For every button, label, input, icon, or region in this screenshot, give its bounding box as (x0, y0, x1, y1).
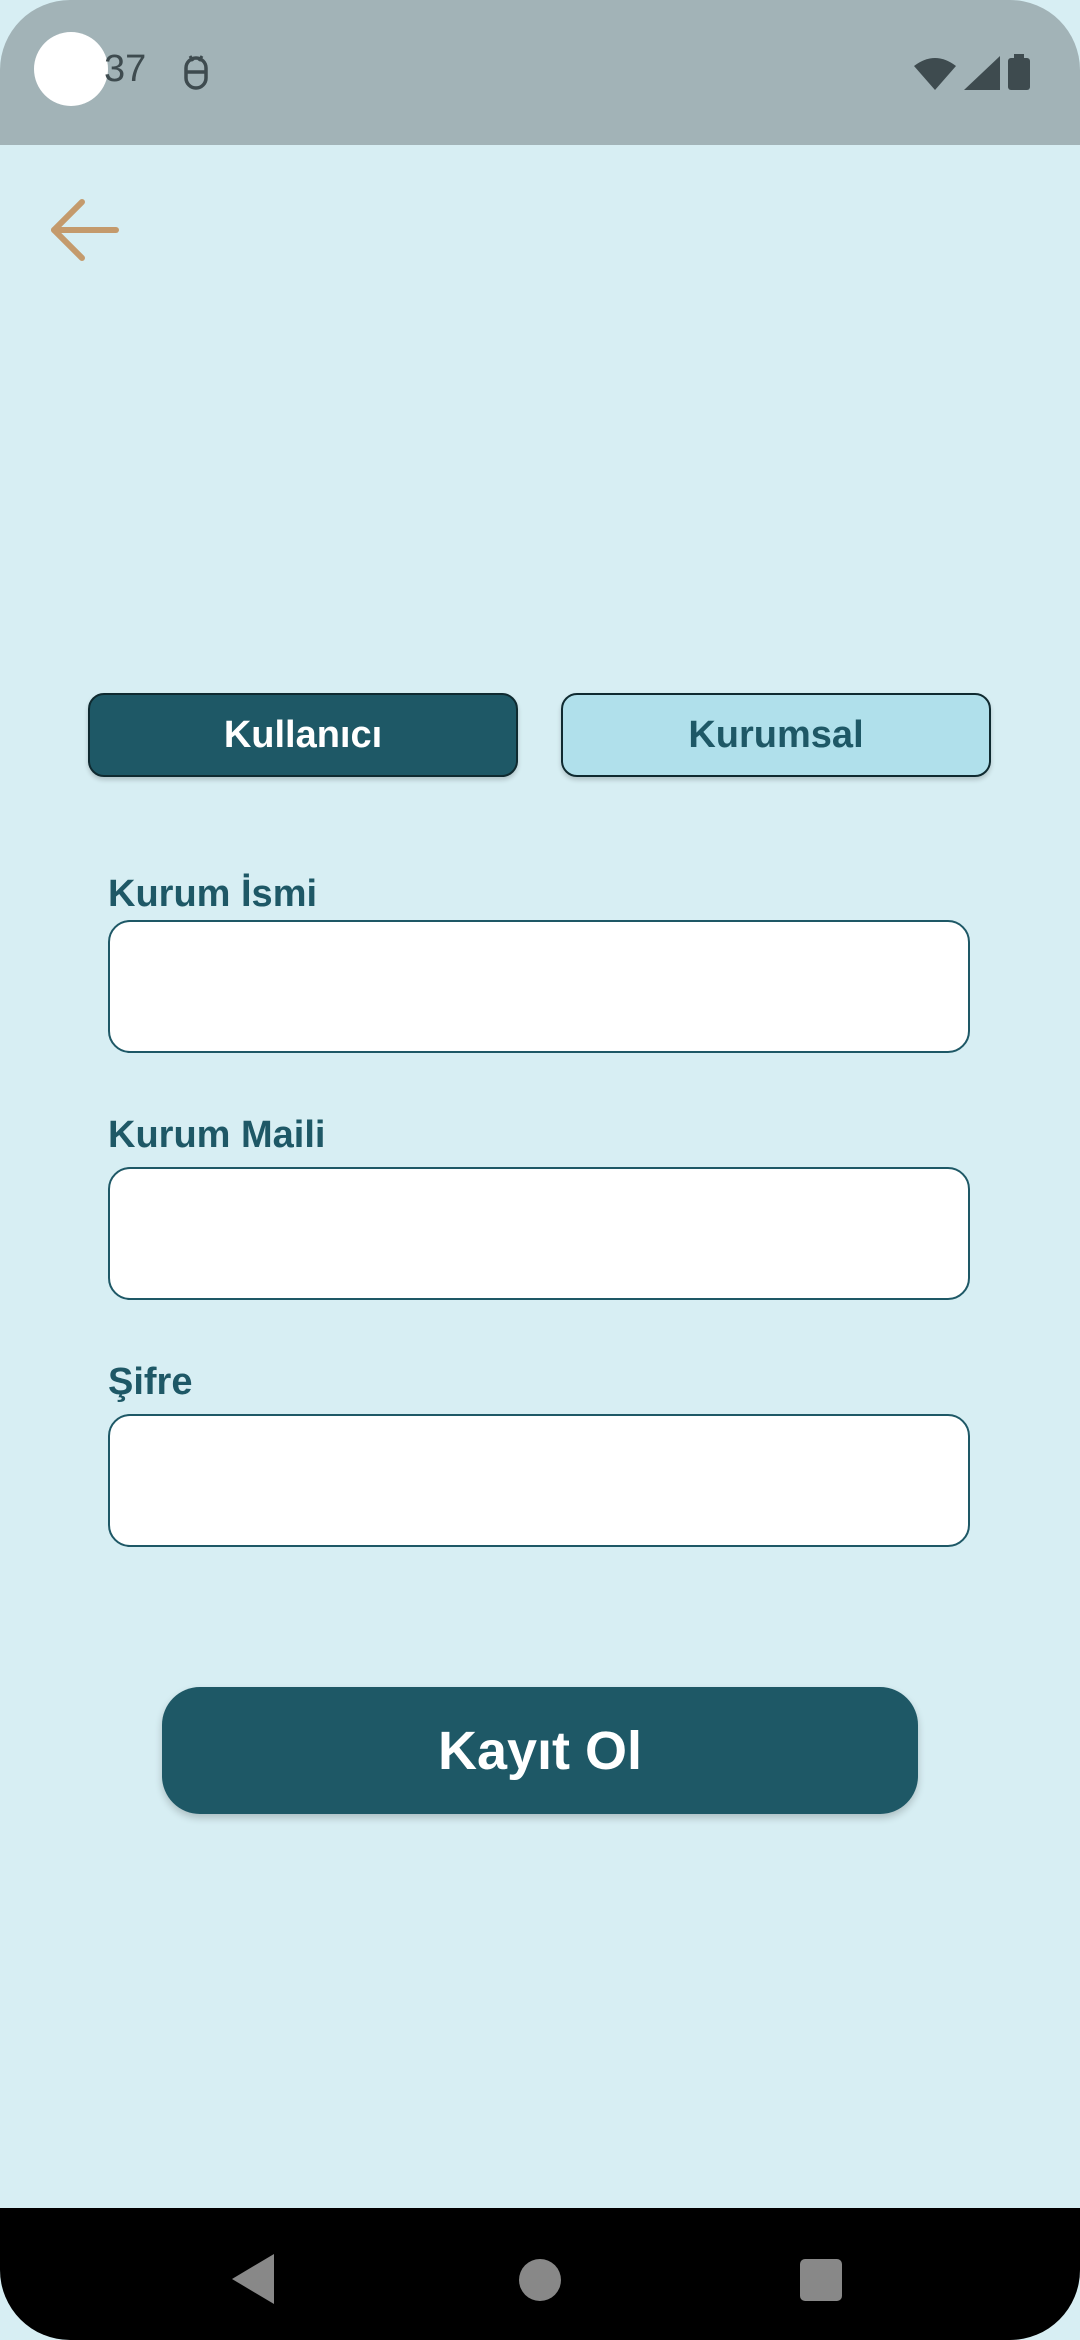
camera-cutout (34, 32, 108, 106)
password-label: Şifre (108, 1361, 193, 1403)
institution-email-input[interactable] (108, 1167, 970, 1300)
arrow-left-icon (51, 199, 119, 261)
nav-back-icon[interactable] (232, 2254, 274, 2304)
register-button[interactable]: Kayıt Ol (162, 1687, 918, 1814)
android-debug-icon (180, 54, 212, 95)
nav-recents-icon[interactable] (800, 2259, 842, 2301)
battery-icon (1008, 54, 1030, 90)
system-nav-bar (0, 2208, 1080, 2340)
password-input[interactable] (108, 1414, 970, 1547)
account-type-tabs: Kullanıcı Kurumsal (88, 693, 993, 781)
institution-name-label: Kurum İsmi (108, 873, 318, 915)
status-bar: 37 (0, 0, 1080, 145)
wifi-icon (914, 58, 956, 90)
nav-home-icon[interactable] (519, 2259, 561, 2301)
institution-email-label: Kurum Maili (108, 1114, 326, 1156)
back-button[interactable] (44, 188, 128, 272)
status-time: 37 (104, 48, 147, 90)
signal-icon (964, 56, 1000, 90)
tab-kullanici[interactable]: Kullanıcı (88, 693, 518, 777)
tab-kurumsal[interactable]: Kurumsal (561, 693, 991, 777)
institution-name-input[interactable] (108, 920, 970, 1053)
status-icons (914, 54, 1030, 90)
